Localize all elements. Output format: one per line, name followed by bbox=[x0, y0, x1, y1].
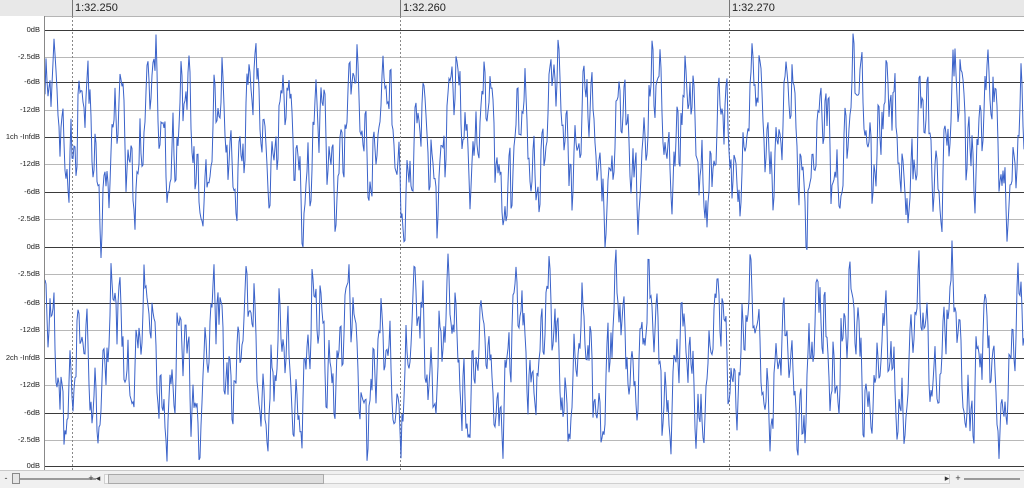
zoom-slider-track[interactable] bbox=[12, 478, 96, 480]
scroll-thumb[interactable] bbox=[108, 474, 324, 484]
scroll-right-button[interactable]: ▸ bbox=[942, 473, 952, 484]
db-scale: 0dB -2.5dB -6dB -12dB 1ch -InfdB -12dB -… bbox=[0, 16, 45, 472]
db-label: -2.5dB bbox=[17, 52, 40, 61]
db-label: -12dB bbox=[19, 105, 40, 114]
db-label: 0dB bbox=[26, 25, 40, 34]
horizontal-scrollbar: - + ◂ ▸ + bbox=[0, 470, 1024, 488]
ruler-tick bbox=[729, 0, 730, 16]
channel-1-waveform bbox=[45, 33, 1024, 259]
db-label: -2.5dB bbox=[17, 435, 40, 444]
db-label: -6dB bbox=[24, 408, 40, 417]
db-label: -12dB bbox=[19, 325, 40, 334]
channel-2-label: 2ch -InfdB bbox=[5, 353, 40, 362]
ruler-tick bbox=[400, 0, 401, 16]
db-label: -12dB bbox=[19, 159, 40, 168]
channel-1-label: 1ch -InfdB bbox=[5, 132, 40, 141]
ruler-time-label: 1:32.250 bbox=[75, 2, 118, 14]
zoom-out-button[interactable]: - bbox=[1, 473, 11, 484]
time-ruler[interactable]: 1:32.250 1:32.260 1:32.270 bbox=[0, 0, 1024, 17]
time-markers bbox=[72, 16, 730, 470]
db-label: -12dB bbox=[19, 380, 40, 389]
db-label: -6dB bbox=[24, 298, 40, 307]
waveform-view[interactable] bbox=[45, 16, 1024, 470]
db-label: -2.5dB bbox=[17, 269, 40, 278]
ruler-tick bbox=[72, 0, 73, 16]
channel-2-waveform bbox=[45, 240, 1024, 462]
db-label: 0dB bbox=[26, 461, 40, 470]
scroll-left-button[interactable]: ◂ bbox=[93, 473, 103, 484]
db-label: -6dB bbox=[24, 187, 40, 196]
zoom-slider-thumb[interactable] bbox=[12, 473, 20, 484]
vertical-zoom-track[interactable] bbox=[964, 478, 1020, 480]
zoom-in-button-2[interactable]: + bbox=[953, 473, 963, 484]
ruler-time-label: 1:32.260 bbox=[403, 2, 446, 14]
ruler-time-label: 1:32.270 bbox=[732, 2, 775, 14]
db-label: 0dB bbox=[26, 242, 40, 251]
db-label: -6dB bbox=[24, 77, 40, 86]
db-label: -2.5dB bbox=[17, 214, 40, 223]
